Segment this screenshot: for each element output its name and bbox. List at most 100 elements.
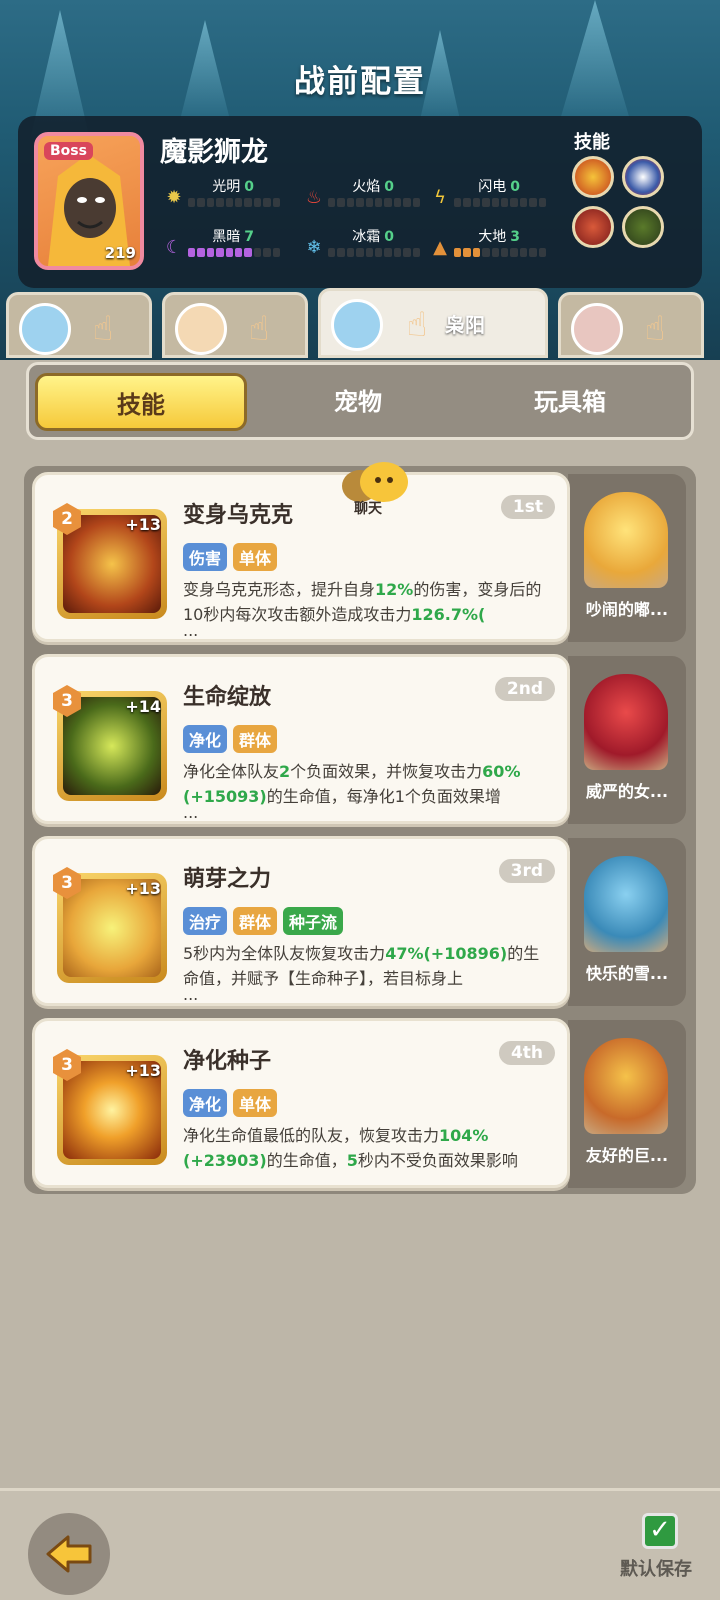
hero-tab-4[interactable]: ☝ [558,292,704,358]
element-bar-segment [206,198,215,207]
chat-button[interactable]: 聊天 [338,462,414,522]
sun-icon: ✹ [166,187,182,208]
element-bar-segment [356,198,364,207]
element-bar-segment [412,198,421,207]
skill-description: 净化全体队友2个负面效果，并恢复攻击力60%(+15093)的生命值，每净化1个… [183,762,521,806]
element-bar-segment [225,248,234,257]
element-bar-segment [346,198,355,207]
skill-rank: 3rd [498,859,555,883]
element-bar-segment [337,198,345,207]
tab-pets[interactable]: 宠物 [253,373,463,431]
element-bar-segment [253,248,262,257]
pet-name: 威严的女... [585,782,669,801]
element-bar-segment [188,198,196,207]
element-bar-segment [482,248,490,257]
element-bar-segment [403,198,411,207]
boss-skill-icon[interactable] [572,156,614,198]
boss-portrait[interactable]: Boss 219 [34,132,144,270]
hero-tab-1[interactable]: ☝ [6,292,152,358]
boss-skills-label: 技能 [574,132,610,153]
skill-icon-frame: 2 +13 [53,503,167,619]
element-bar-segment [538,248,547,257]
element-bar-segment [393,198,402,207]
element-bar-segment [403,248,411,257]
element-bar-segment [216,248,224,257]
boss-name: 魔影狮龙 [160,137,268,168]
skill-plus: +13 [125,515,161,534]
hero-tab-2[interactable]: ☝ [162,292,308,358]
element-bar-segment [529,248,537,257]
hero-tab-3[interactable]: ☝ 枭阳 [318,288,548,358]
moon-icon: ☾ [165,237,183,258]
skill-plus: +13 [125,879,161,898]
element-bar-segment [491,198,500,207]
element-bar-segment [346,248,355,257]
checkbox-icon[interactable]: ✓ [642,1513,678,1549]
element-bar-segment [491,248,500,257]
boss-skill-icon[interactable] [572,206,614,248]
chat-label: 聊天 [354,501,382,517]
skill-name: 萌芽之力 [183,867,272,892]
hand-pointer-icon: ☝ [644,309,666,349]
element-bar-segment [197,198,205,207]
arrow-left-icon [46,1535,92,1573]
flame-icon: ♨ [305,187,323,208]
skill-more: ... [183,985,199,1004]
lightning-icon: ϟ [434,187,446,208]
element-bar [328,198,421,207]
default-save-label: 默认保存 [620,1559,692,1580]
element-bar-segment [365,248,374,257]
pet-slot-3[interactable]: 快乐的雪... [568,838,686,1006]
skill-card[interactable]: 3 +13 净化种子 4th 净化 单体 净化生命值最低的队友，恢复攻击力104… [32,1018,570,1188]
element-bar-segment [263,248,271,257]
element-bar-segment [328,248,336,257]
skill-plus: +13 [125,1061,161,1080]
back-button[interactable] [28,1513,110,1595]
skill-plus: +14 [125,697,161,716]
element-bar-segment [206,248,215,257]
element-bar-segment [501,198,509,207]
element-bar-segment [384,248,392,257]
skill-icon-frame: 3 +13 [53,1049,167,1165]
tab-toybox[interactable]: 玩具箱 [465,373,675,431]
element-bar-segment [454,248,462,257]
boss-level: 219 [104,244,136,262]
element-bar-segment [365,198,374,207]
skill-card[interactable]: 3 +13 萌芽之力 3rd 治疗 群体 种子流 5秒内为全体队友恢复攻击力47… [32,836,570,1006]
element-frost: ❄ 冰霜 0 [304,226,434,258]
skill-card[interactable]: 2 +13 变身乌克克 1st 伤害 单体 变身乌克克形态，提升自身12%的伤害… [32,472,570,642]
boss-skill-icon[interactable] [622,206,664,248]
skill-icon-frame: 3 +14 [53,685,167,801]
category-tabs: 技能 宠物 玩具箱 [26,362,694,440]
skill-tag: 单体 [233,1089,278,1117]
element-earth: ▲ 大地 3 [430,226,560,258]
boss-tag: Boss [44,142,93,160]
skill-card[interactable]: 3 +14 生命绽放 2nd 净化 群体 净化全体队友2个负面效果，并恢复攻击力… [32,654,570,824]
tab-skills[interactable]: 技能 [35,373,247,431]
mountain-icon: ▲ [433,237,447,258]
element-bar-segment [501,248,509,257]
pet-image [584,492,668,588]
pet-slot-2[interactable]: 威严的女... [568,656,686,824]
pet-slot-4[interactable]: 友好的巨... [568,1020,686,1188]
boss-skill-icon[interactable] [622,156,664,198]
skill-more: ... [183,803,199,822]
skill-description: 变身乌克克形态，提升自身12%的伤害，变身后的10秒内每次攻击额外造成攻击力12… [183,580,542,624]
element-bar-segment [244,198,252,207]
skill-name: 生命绽放 [183,685,272,710]
element-bar-segment [244,248,252,257]
pet-name: 吵闹的嘟... [585,600,669,619]
element-bar-segment [412,248,421,257]
element-bar-segment [375,198,383,207]
skill-name: 变身乌克克 [183,503,294,528]
element-bar-segment [393,248,402,257]
element-bar-segment [472,248,481,257]
skill-rank: 2nd [494,677,555,701]
element-bar-segment [356,248,364,257]
snowflake-icon: ❄ [306,237,322,258]
element-bar-segment [472,198,481,207]
pet-slot-1[interactable]: 吵闹的嘟... [568,474,686,642]
hero-avatar [331,299,383,351]
element-bar-segment [337,248,345,257]
element-bar-segment [463,198,471,207]
